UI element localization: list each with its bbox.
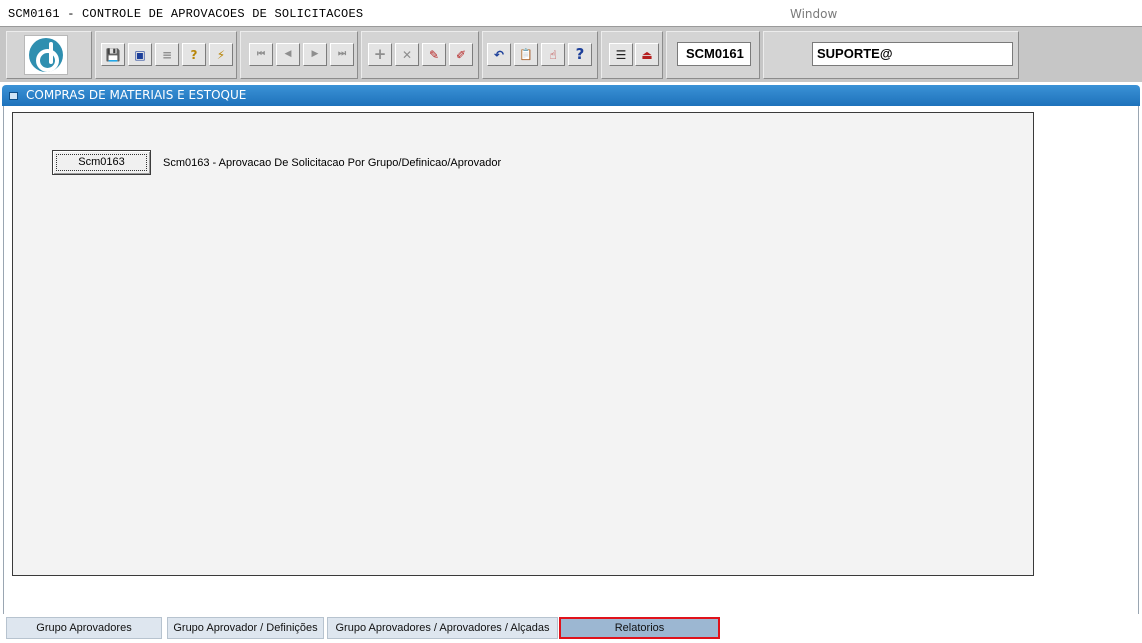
help-icon[interactable]: ?	[568, 43, 592, 66]
app-logo-icon	[24, 35, 68, 75]
print-icon[interactable]: ≡	[155, 43, 179, 66]
clipboard-icon[interactable]: 📋	[514, 43, 538, 66]
report-scm0163-description: Scm0163 - Aprovacao De Solicitacao Por G…	[163, 157, 502, 169]
window-titlebar: SCM0161 - CONTROLE DE APROVACOES DE SOLI…	[0, 0, 1142, 26]
undo-icon[interactable]: ↶	[487, 43, 511, 66]
insert-record-icon[interactable]: +	[368, 43, 392, 66]
list-values-icon[interactable]: ☝	[541, 43, 565, 66]
toolbar: 💾 ▣ ≡ ? ⚡ ⏮ ◀ ▶ ⏭ + ✕ ✎ ✐ ↶ 📋 ☝ ? ☰ ⏏ SC…	[0, 26, 1142, 82]
menu-icon[interactable]: ☰	[609, 43, 633, 66]
reports-panel	[12, 112, 1034, 576]
tab-grupo-aprovador-definicoes[interactable]: Grupo Aprovador / Definições	[167, 617, 324, 639]
edit-icon[interactable]: ✐	[449, 43, 473, 66]
form-code-field: SCM0161	[677, 42, 751, 66]
tab-grupo-aprovadores[interactable]: Grupo Aprovadores	[6, 617, 162, 639]
user-field: SUPORTE@	[812, 42, 1013, 66]
exit-icon[interactable]: ⏏	[635, 43, 659, 66]
last-record-icon[interactable]: ⏭	[330, 43, 354, 66]
save-icon[interactable]: 💾	[101, 43, 125, 66]
first-record-icon[interactable]: ⏮	[249, 43, 273, 66]
section-header: COMPRAS DE MATERIAIS E ESTOQUE	[2, 85, 1140, 106]
section-title: COMPRAS DE MATERIAIS E ESTOQUE	[26, 88, 247, 102]
query-icon[interactable]: ?	[182, 43, 206, 66]
window-menu[interactable]: Window	[790, 7, 837, 21]
report-scm0163-button[interactable]: Scm0163	[52, 150, 151, 175]
clear-icon[interactable]: ▣	[128, 43, 152, 66]
execute-query-icon[interactable]: ⚡	[209, 43, 233, 66]
next-record-icon[interactable]: ▶	[303, 43, 327, 66]
lock-record-icon[interactable]: ✎	[422, 43, 446, 66]
tab-relatorios[interactable]: Relatorios	[559, 617, 720, 639]
delete-record-icon[interactable]: ✕	[395, 43, 419, 66]
previous-record-icon[interactable]: ◀	[276, 43, 300, 66]
tab-bar: Grupo Aprovadores Grupo Aprovador / Defi…	[0, 614, 1142, 643]
window-icon	[9, 92, 18, 100]
window-title: SCM0161 - CONTROLE DE APROVACOES DE SOLI…	[8, 7, 364, 21]
tab-grupo-aprovadores-alcadas[interactable]: Grupo Aprovadores / Aprovadores / Alçada…	[327, 617, 558, 639]
